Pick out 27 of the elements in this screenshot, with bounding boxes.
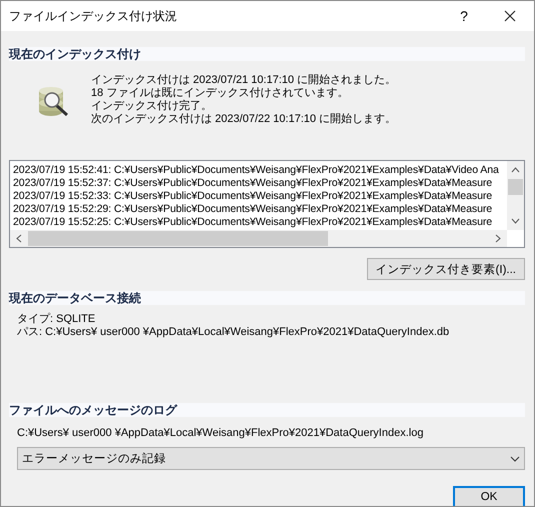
- log-entry: 2023/07/19 15:52:33: C:¥Users¥Public¥Documents¥Weisang¥FlexPro¥2021¥Examples¥Data¥Measure: [13, 190, 494, 203]
- database-info-text: パス: C:¥Users¥ user000 ¥AppData¥Local¥Weisang¥FlexPro¥2021¥DataQueryIndex.db: [17, 326, 450, 339]
- log-entry: 2023/07/19 15:52:37: C:¥Users¥Public¥Documents¥Weisang¥FlexPro¥2021¥Examples¥Data¥Measure: [13, 177, 494, 190]
- log-file-path: C:¥Users¥ user000 ¥AppData¥Local¥Weisang¥FlexPro¥2021¥DataQueryIndex.log: [16, 427, 424, 440]
- status-text: インデックス付けは 2023/07/21 10:17:10 に開始されました。: [91, 74, 396, 87]
- section-heading: 現在のデータベース接続: [9, 291, 525, 305]
- section-heading: 現在のインデックス付け: [9, 47, 525, 61]
- horizontal-scrollbar[interactable]: [10, 230, 507, 247]
- window-title: ファイルインデックス付け状況: [8, 8, 178, 24]
- vertical-scrollbar[interactable]: [507, 161, 524, 230]
- indexed-items-button[interactable]: インデックス付き要素(I)...: [366, 258, 525, 280]
- log-mode-dropdown[interactable]: エラーメッセージのみ記録: [17, 447, 525, 470]
- database-info-text: タイプ: SQLITE: [17, 313, 96, 326]
- log-entry: 2023/07/19 15:52:29: C:¥Users¥Public¥Documents¥Weisang¥FlexPro¥2021¥Examples¥Data¥Measure: [13, 203, 494, 216]
- chevron-down-icon: [510, 456, 520, 462]
- scrollbar-thumb[interactable]: [28, 231, 328, 246]
- status-text: インデックス付け完了。: [91, 100, 213, 113]
- status-text: 次のインデックス付けは 2023/07/22 10:17:10 に開始します。: [91, 113, 396, 126]
- ok-button[interactable]: OK: [453, 486, 525, 506]
- database-search-icon: [37, 85, 71, 119]
- log-entry: 2023/07/19 15:52:41: C:¥Users¥Public¥Documents¥Weisang¥FlexPro¥2021¥Examples¥Data¥Video Ana: [13, 164, 500, 177]
- help-button[interactable]: ?: [442, 1, 486, 31]
- close-icon: [504, 10, 516, 22]
- scrollbar-thumb[interactable]: [508, 179, 523, 195]
- section-heading: ファイルへのメッセージのログ: [9, 403, 525, 417]
- log-entry: 2023/07/19 15:52:25: C:¥Users¥Public¥Documents¥Weisang¥FlexPro¥2021¥Examples¥Data¥Measure: [13, 216, 494, 229]
- status-text: 18 ファイルは既にインデックス付けされています。: [91, 87, 350, 100]
